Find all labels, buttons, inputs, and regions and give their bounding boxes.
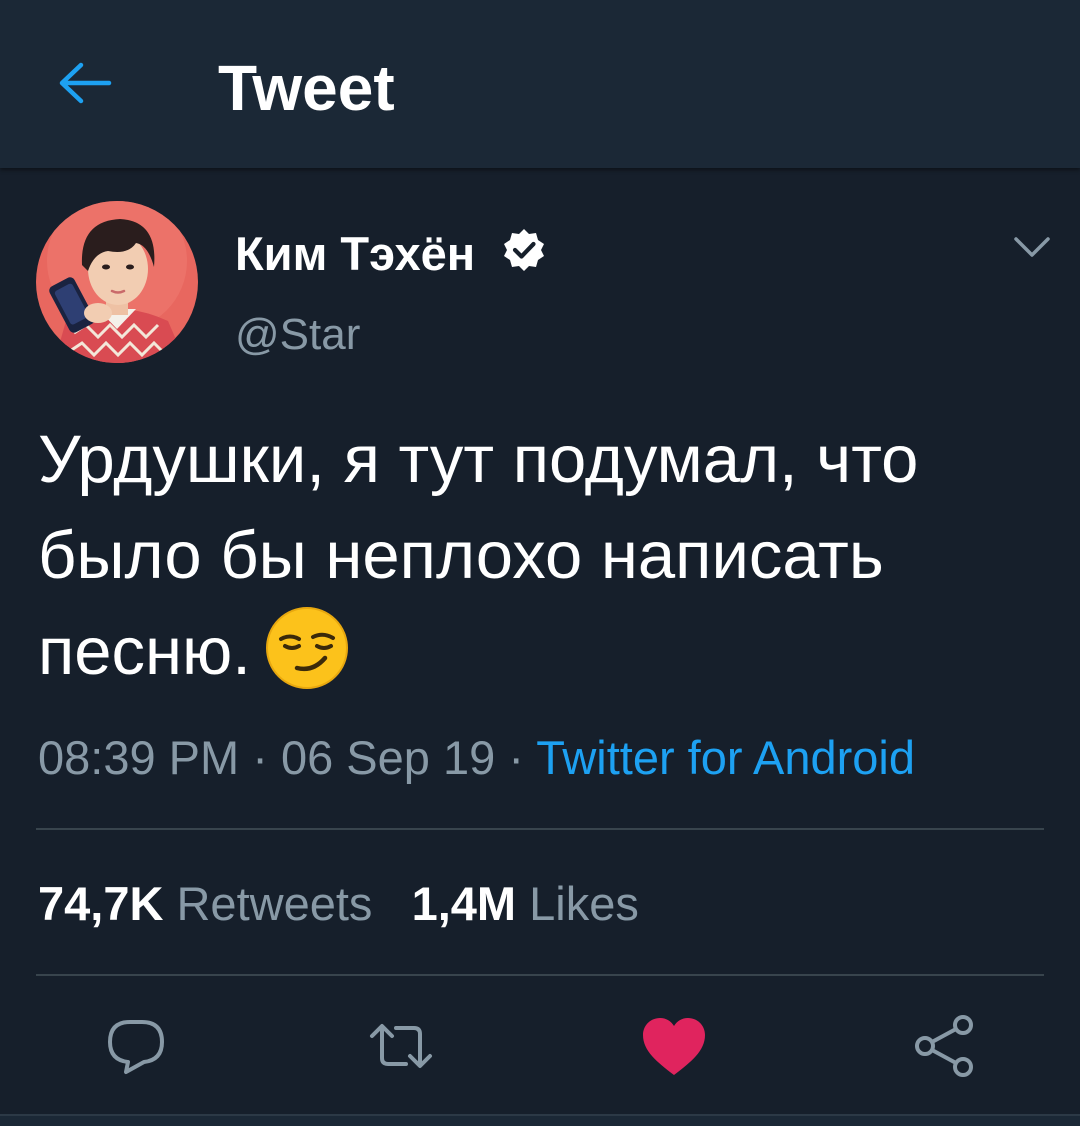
retweets-stat[interactable]: 74,7K Retweets (38, 877, 372, 930)
verified-badge-icon (504, 229, 544, 271)
likes-stat[interactable]: 1,4M Likes (412, 877, 639, 930)
bottom-edge (0, 1114, 1080, 1126)
retweet-button[interactable] (365, 1010, 437, 1082)
tweet-time: 08:39 PM (38, 731, 240, 784)
reply-button[interactable] (100, 1010, 172, 1082)
divider (36, 974, 1044, 976)
arrow-left-icon (59, 62, 112, 104)
meta-separator: · (508, 731, 524, 784)
back-button[interactable] (52, 55, 118, 111)
share-button[interactable] (908, 1010, 980, 1082)
retweet-icon (370, 1024, 432, 1068)
tweet-text: Урдушки, я тут подумал, что было бы непл… (38, 412, 1048, 700)
reply-icon (108, 1020, 164, 1074)
author-handle[interactable]: @Star (235, 308, 360, 362)
tweet-date: 06 Sep 19 (280, 731, 496, 784)
likes-label: Likes (529, 877, 639, 930)
tweet-meta: 08:39 PM · 06 Sep 19 · Twitter for Andro… (38, 728, 915, 788)
more-options-button[interactable] (1010, 230, 1054, 264)
smirking-face-icon (265, 607, 348, 689)
page-title: Tweet (218, 52, 395, 124)
share-icon (915, 1015, 973, 1077)
retweets-count: 74,7K (38, 877, 164, 930)
top-app-bar: Tweet (0, 0, 1080, 168)
avatar[interactable] (36, 201, 198, 363)
divider (36, 828, 1044, 830)
avatar-image (36, 201, 198, 363)
author-name[interactable]: Ким Тэхён (235, 226, 475, 282)
tweet-stats: 74,7K Retweets 1,4M Likes (38, 874, 639, 934)
meta-separator: · (252, 731, 268, 784)
like-button[interactable] (638, 1010, 710, 1082)
chevron-down-icon (1014, 237, 1050, 257)
likes-count: 1,4M (411, 877, 517, 930)
tweet-source-link[interactable]: Twitter for Android (536, 731, 915, 784)
heart-icon (643, 1018, 705, 1075)
tweet-text-body: Урдушки, я тут подумал, что было бы непл… (38, 422, 919, 689)
retweets-label: Retweets (176, 877, 373, 930)
